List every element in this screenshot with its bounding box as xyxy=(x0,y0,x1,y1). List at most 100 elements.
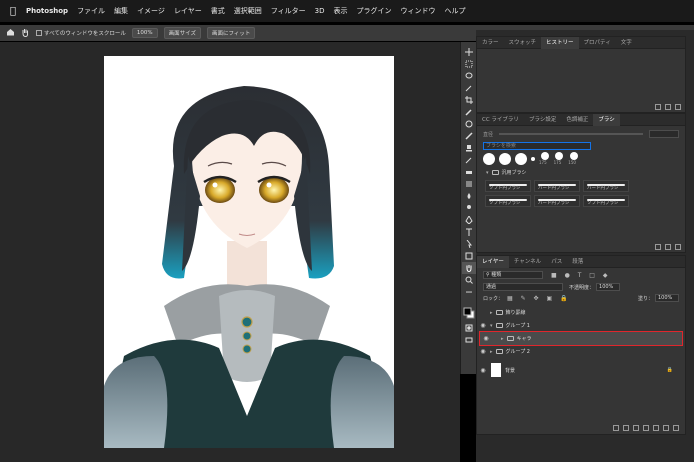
layer-filter-select[interactable]: ⚲ 種類 xyxy=(483,271,543,279)
snapshot-icon[interactable] xyxy=(655,104,661,110)
tab-swatches[interactable]: スウォッチ xyxy=(504,37,542,49)
lasso-tool-icon[interactable] xyxy=(462,70,476,82)
hand-tool-icon[interactable] xyxy=(461,262,476,274)
trash-icon[interactable] xyxy=(675,104,681,110)
scroll-all-checkbox[interactable]: すべてのウィンドウをスクロール xyxy=(36,29,126,37)
menu-3d[interactable]: 3D xyxy=(315,7,325,15)
document-canvas[interactable] xyxy=(104,56,394,448)
tab-adjustments[interactable]: 色調補正 xyxy=(561,114,593,126)
brush-preset-1[interactable] xyxy=(483,152,495,165)
hand-tool-icon[interactable] xyxy=(21,28,30,39)
link-layers-icon[interactable] xyxy=(613,425,619,431)
move-tool-icon[interactable] xyxy=(462,46,476,58)
trash-icon[interactable] xyxy=(675,244,681,250)
zoom-100-button[interactable]: 100% xyxy=(131,28,158,38)
blend-mode-select[interactable]: 通過 xyxy=(483,283,563,291)
tab-channels[interactable]: チャンネル xyxy=(509,256,546,268)
layer-style-icon[interactable] xyxy=(623,425,629,431)
type-tool-icon[interactable] xyxy=(462,226,476,238)
brush-preset-7[interactable] xyxy=(570,152,579,160)
opacity-field[interactable]: 100% xyxy=(596,283,621,291)
chevron-right-icon[interactable]: ▸ xyxy=(490,349,493,355)
chevron-right-icon[interactable]: ▸ xyxy=(501,336,504,342)
healing-brush-icon[interactable] xyxy=(462,118,476,130)
marquee-tool-icon[interactable] xyxy=(462,58,476,70)
menu-filter[interactable]: フィルター xyxy=(271,6,306,16)
menu-app[interactable]: Photoshop xyxy=(26,7,68,15)
chevron-right-icon[interactable]: ▸ xyxy=(490,310,493,316)
quick-mask-icon[interactable] xyxy=(462,322,476,334)
menu-image[interactable]: イメージ xyxy=(137,6,165,16)
shape-tool-icon[interactable] xyxy=(462,250,476,262)
layer-row[interactable]: ◉ ▸ グループ 2 xyxy=(477,345,685,358)
eye-icon[interactable]: ◉ xyxy=(482,335,490,342)
adjustment-layer-icon[interactable] xyxy=(643,425,649,431)
brush-preset-4[interactable] xyxy=(531,156,535,161)
menu-type[interactable]: 書式 xyxy=(211,6,225,16)
tab-brushes[interactable]: ブラシ xyxy=(593,113,620,126)
brush-tool-icon[interactable] xyxy=(462,130,476,142)
layer-filter-icons[interactable]: ■ ● T □ ◆ xyxy=(551,272,610,279)
trash-icon[interactable] xyxy=(673,425,679,431)
brush-item[interactable]: ハード円ブラシ xyxy=(583,180,629,192)
eye-icon[interactable]: ◉ xyxy=(479,348,487,355)
tab-layers[interactable]: レイヤー xyxy=(477,255,509,268)
chevron-down-icon[interactable]: ▾ xyxy=(490,323,493,329)
new-layer-icon[interactable] xyxy=(663,425,669,431)
brush-item[interactable]: ハード円ブラシ xyxy=(534,180,580,192)
menu-layer[interactable]: レイヤー xyxy=(174,6,202,16)
tab-history[interactable]: ヒストリー xyxy=(541,36,579,49)
menu-file[interactable]: ファイル xyxy=(77,6,105,16)
new-group-icon[interactable] xyxy=(653,425,659,431)
brush-group-row[interactable]: ▾ 汎用ブラシ xyxy=(477,167,685,178)
magic-wand-icon[interactable] xyxy=(462,82,476,94)
tab-properties[interactable]: プロパティ xyxy=(579,37,616,49)
layer-mask-icon[interactable] xyxy=(633,425,639,431)
tab-brush-settings[interactable]: ブラシ設定 xyxy=(524,114,561,126)
brush-search-input[interactable]: ブラシを検索 xyxy=(483,142,591,150)
lock-icons[interactable]: ▦ ✎ ✥ ▣ 🔒 xyxy=(507,295,571,302)
menu-view[interactable]: 表示 xyxy=(333,6,347,16)
home-icon[interactable] xyxy=(6,28,15,38)
crop-tool-icon[interactable] xyxy=(462,94,476,106)
eye-icon[interactable]: ◉ xyxy=(479,367,487,374)
fill-screen-button[interactable]: 画面にフィット xyxy=(206,27,256,39)
camera-icon[interactable] xyxy=(665,104,671,110)
new-brush-icon[interactable] xyxy=(665,244,671,250)
history-brush-icon[interactable] xyxy=(462,154,476,166)
brush-preset-2[interactable] xyxy=(499,152,511,165)
apple-icon[interactable]:  xyxy=(0,6,26,17)
menu-window[interactable]: ウィンドウ xyxy=(400,6,435,16)
brush-preset-3[interactable] xyxy=(515,152,527,165)
layer-row-selected[interactable]: ◉ ▸ キャラ xyxy=(479,331,683,346)
blur-tool-icon[interactable] xyxy=(462,190,476,202)
eraser-tool-icon[interactable] xyxy=(462,166,476,178)
brush-size-slider[interactable] xyxy=(499,133,643,135)
brush-size-field[interactable] xyxy=(649,130,679,138)
menu-plugins[interactable]: プラグイン xyxy=(356,6,391,16)
stamp-tool-icon[interactable] xyxy=(462,142,476,154)
zoom-tool-icon[interactable] xyxy=(462,274,476,286)
menu-edit[interactable]: 編集 xyxy=(114,6,128,16)
layer-row[interactable]: ▸ 飾り罫線 xyxy=(477,306,685,319)
brush-preset-5[interactable] xyxy=(540,152,549,160)
tab-paths[interactable]: パス xyxy=(546,256,567,268)
eye-icon[interactable]: ◉ xyxy=(479,322,487,329)
brush-item[interactable]: ソフト円ブラシ xyxy=(583,195,629,207)
brush-item[interactable]: ハード円ブラシ xyxy=(534,195,580,207)
tab-cc-libraries[interactable]: CC ライブラリ xyxy=(477,114,524,126)
eyedropper-icon[interactable] xyxy=(462,106,476,118)
brush-preset-6[interactable] xyxy=(555,152,564,160)
screen-mode-icon[interactable] xyxy=(462,334,476,346)
new-group-icon[interactable] xyxy=(655,244,661,250)
more-tools-icon[interactable] xyxy=(462,286,476,298)
layer-row[interactable]: ◉ 背景 🔒 xyxy=(477,361,685,379)
tab-paragraph[interactable]: 段落 xyxy=(567,256,588,268)
path-select-icon[interactable] xyxy=(462,238,476,250)
color-swatches-icon[interactable] xyxy=(462,304,476,322)
layer-row[interactable]: ◉ ▾ グループ 1 xyxy=(477,319,685,332)
pen-tool-icon[interactable] xyxy=(462,214,476,226)
brush-item[interactable]: ソフト円ブラシ xyxy=(485,195,531,207)
fill-field[interactable]: 100% xyxy=(655,294,679,302)
dodge-tool-icon[interactable] xyxy=(462,202,476,214)
